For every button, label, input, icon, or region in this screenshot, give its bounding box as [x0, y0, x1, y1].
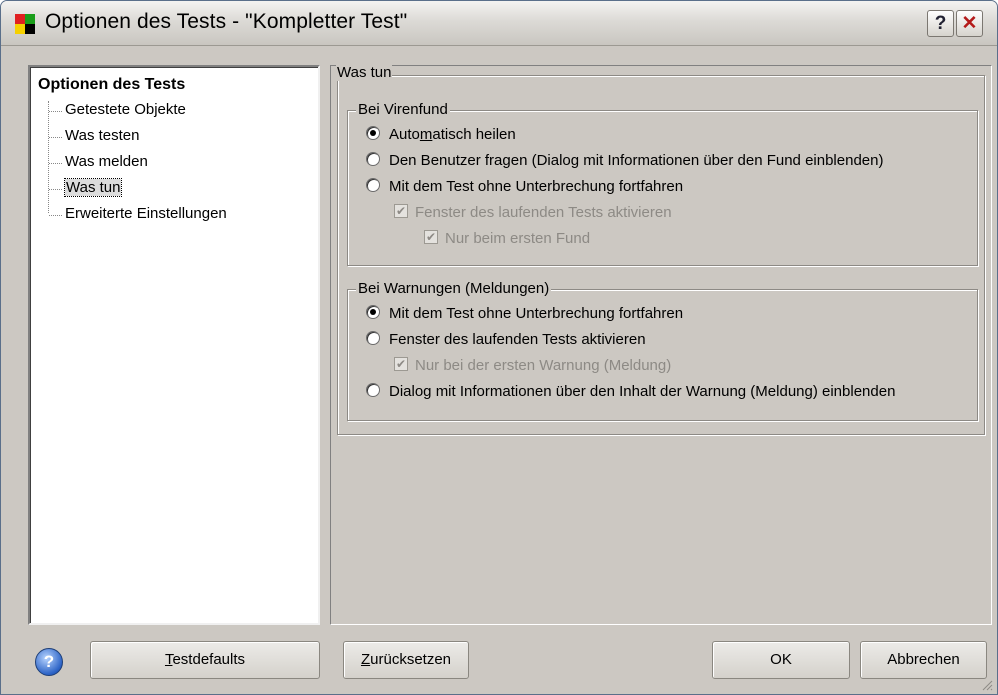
- radio-continue-test[interactable]: Mit dem Test ohne Unterbrechung fortfahr…: [366, 178, 683, 195]
- help-title-button[interactable]: ?: [927, 10, 954, 37]
- radio-ask-user-control[interactable]: [366, 152, 380, 167]
- close-button[interactable]: ✕: [956, 10, 983, 37]
- was-tun-title: Was tun: [336, 64, 393, 81]
- check-first-warning-only[interactable]: ✔ Nur bei der ersten Warnung (Meldung): [394, 357, 671, 374]
- testdefaults-button[interactable]: Testdefaults: [90, 641, 320, 679]
- was-tun-group: Was tun Bei Virenfund Automatisch heilen…: [336, 64, 985, 435]
- check-first-warning-only-box[interactable]: ✔: [394, 357, 408, 372]
- options-panel: Was tun Bei Virenfund Automatisch heilen…: [330, 64, 992, 625]
- radio-auto-heal[interactable]: Automatisch heilen: [366, 126, 516, 143]
- check-activate-window[interactable]: ✔ Fenster des laufenden Tests aktivieren: [394, 204, 672, 221]
- tree-connector: [48, 101, 49, 213]
- radio-warn-dialog-control[interactable]: [366, 383, 380, 398]
- radio-auto-heal-control[interactable]: [366, 126, 380, 141]
- tree-item-was-testen[interactable]: Was testen: [48, 127, 139, 144]
- warnungen-group: Bei Warnungen (Meldungen) Mit dem Test o…: [347, 280, 978, 421]
- options-tree[interactable]: Optionen des Tests Getestete Objekte Was…: [28, 65, 320, 625]
- help-button[interactable]: ?: [33, 646, 63, 676]
- tree-root-label[interactable]: Optionen des Tests: [38, 76, 185, 94]
- radio-ask-user[interactable]: Den Benutzer fragen (Dialog mit Informat…: [366, 152, 883, 169]
- radio-warn-dialog[interactable]: Dialog mit Informationen über den Inhalt…: [366, 383, 895, 400]
- radio-warn-activate-window-control[interactable]: [366, 331, 380, 346]
- check-activate-window-box[interactable]: ✔: [394, 204, 408, 219]
- radio-warn-continue[interactable]: Mit dem Test ohne Unterbrechung fortfahr…: [366, 305, 683, 322]
- radio-warn-activate-window[interactable]: Fenster des laufenden Tests aktivieren: [366, 331, 646, 348]
- virenfund-title: Bei Virenfund: [356, 101, 450, 118]
- radio-warn-continue-control[interactable]: [366, 305, 380, 320]
- check-first-find-only-box[interactable]: ✔: [424, 230, 438, 245]
- tree-item-getestete-objekte[interactable]: Getestete Objekte: [49, 101, 186, 118]
- check-first-find-only[interactable]: ✔ Nur beim ersten Fund: [424, 230, 590, 247]
- tree-item-was-melden[interactable]: Was melden: [49, 153, 148, 170]
- reset-button[interactable]: Zurücksetzen: [343, 641, 469, 679]
- resize-grip-icon[interactable]: [981, 679, 993, 691]
- tree-item-erweiterte-einstellungen[interactable]: Erweiterte Einstellungen: [49, 205, 227, 222]
- tree-item-was-tun[interactable]: Was tun: [48, 178, 123, 197]
- cancel-button[interactable]: Abbrechen: [860, 641, 987, 679]
- app-logo-icon: [15, 14, 35, 34]
- dialog-window: Optionen des Tests - "Kompletter Test" ?…: [0, 0, 998, 695]
- ok-button[interactable]: OK: [712, 641, 850, 679]
- title-bar[interactable]: Optionen des Tests - "Kompletter Test" ?…: [1, 1, 997, 46]
- warnungen-title: Bei Warnungen (Meldungen): [356, 280, 552, 297]
- radio-continue-test-control[interactable]: [366, 178, 380, 193]
- help-icon[interactable]: ?: [35, 648, 63, 676]
- window-title: Optionen des Tests - "Kompletter Test": [45, 10, 408, 33]
- virenfund-group: Bei Virenfund Automatisch heilen Den Ben…: [347, 101, 978, 266]
